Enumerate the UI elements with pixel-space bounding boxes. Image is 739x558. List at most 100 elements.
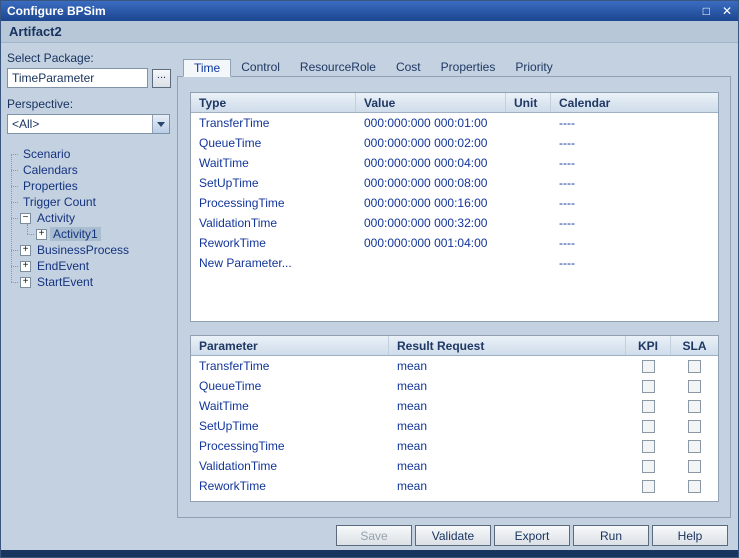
value-cell[interactable]: 000:000:000 000:02:00 bbox=[356, 133, 506, 153]
tree-item-endevent[interactable]: EndEvent bbox=[7, 258, 171, 274]
table-row[interactable]: ReworkTime mean bbox=[191, 476, 718, 496]
plus-box-icon[interactable] bbox=[20, 261, 31, 272]
kpi-checkbox[interactable] bbox=[642, 400, 655, 413]
calendar-cell[interactable]: ---- bbox=[551, 253, 718, 273]
value-cell[interactable]: 000:000:000 000:01:00 bbox=[356, 113, 506, 133]
calendar-cell[interactable]: ---- bbox=[551, 213, 718, 233]
tab-priority[interactable]: Priority bbox=[505, 59, 562, 76]
table-row[interactable]: ValidationTime mean bbox=[191, 456, 718, 476]
tree-item-calendars[interactable]: Calendars bbox=[7, 162, 171, 178]
sla-checkbox[interactable] bbox=[688, 420, 701, 433]
kpi-checkbox[interactable] bbox=[642, 380, 655, 393]
type-cell[interactable]: New Parameter... bbox=[191, 253, 356, 273]
tree-item-properties[interactable]: Properties bbox=[7, 178, 171, 194]
calendar-cell[interactable]: ---- bbox=[551, 113, 718, 133]
table-row[interactable]: QueueTime 000:000:000 000:02:00 ---- bbox=[191, 133, 718, 153]
calendar-cell[interactable]: ---- bbox=[551, 133, 718, 153]
tree-item-scenario[interactable]: Scenario bbox=[7, 146, 171, 162]
calendar-cell[interactable]: ---- bbox=[551, 153, 718, 173]
value-cell[interactable] bbox=[356, 253, 506, 273]
tab-control[interactable]: Control bbox=[231, 59, 290, 76]
help-button[interactable]: Help bbox=[652, 525, 728, 546]
tree-item-trigger-count[interactable]: Trigger Count bbox=[7, 194, 171, 210]
col-header-calendar[interactable]: Calendar bbox=[551, 93, 718, 112]
tree-item-activity1[interactable]: Activity1 bbox=[7, 226, 171, 242]
table-row[interactable]: WaitTime mean bbox=[191, 396, 718, 416]
tab-resourcerole[interactable]: ResourceRole bbox=[290, 59, 386, 76]
validate-button[interactable]: Validate bbox=[415, 525, 491, 546]
kpi-checkbox[interactable] bbox=[642, 360, 655, 373]
sla-checkbox[interactable] bbox=[688, 440, 701, 453]
plus-box-icon[interactable] bbox=[20, 245, 31, 256]
tree-item-businessprocess[interactable]: BusinessProcess bbox=[7, 242, 171, 258]
plus-box-icon[interactable] bbox=[20, 277, 31, 288]
col-header-value[interactable]: Value bbox=[356, 93, 506, 112]
table-row[interactable]: SetUpTime 000:000:000 000:08:00 ---- bbox=[191, 173, 718, 193]
result-cell[interactable]: mean bbox=[389, 376, 626, 396]
unit-cell[interactable] bbox=[506, 113, 551, 133]
table-row[interactable]: ProcessingTime mean bbox=[191, 436, 718, 456]
value-cell[interactable]: 000:000:000 000:32:00 bbox=[356, 213, 506, 233]
tab-properties[interactable]: Properties bbox=[431, 59, 506, 76]
col-header-kpi[interactable]: KPI bbox=[626, 336, 671, 355]
tree-item-startevent[interactable]: StartEvent bbox=[7, 274, 171, 290]
save-button[interactable]: Save bbox=[336, 525, 412, 546]
calendar-cell[interactable]: ---- bbox=[551, 173, 718, 193]
unit-cell[interactable] bbox=[506, 233, 551, 253]
sla-checkbox[interactable] bbox=[688, 480, 701, 493]
calendar-cell[interactable]: ---- bbox=[551, 233, 718, 253]
kpi-checkbox[interactable] bbox=[642, 420, 655, 433]
result-cell[interactable]: mean bbox=[389, 356, 626, 376]
value-cell[interactable]: 000:000:000 000:16:00 bbox=[356, 193, 506, 213]
col-header-type[interactable]: Type bbox=[191, 93, 356, 112]
table-row[interactable]: ProcessingTime 000:000:000 000:16:00 ---… bbox=[191, 193, 718, 213]
unit-cell[interactable] bbox=[506, 153, 551, 173]
table-row[interactable]: TransferTime 000:000:000 000:01:00 ---- bbox=[191, 113, 718, 133]
close-icon[interactable]: ✕ bbox=[722, 5, 732, 17]
unit-cell[interactable] bbox=[506, 213, 551, 233]
result-cell[interactable]: mean bbox=[389, 456, 626, 476]
sla-checkbox[interactable] bbox=[688, 360, 701, 373]
unit-cell[interactable] bbox=[506, 173, 551, 193]
table-row[interactable]: WaitTime 000:000:000 000:04:00 ---- bbox=[191, 153, 718, 173]
sla-checkbox[interactable] bbox=[688, 380, 701, 393]
value-cell[interactable]: 000:000:000 000:04:00 bbox=[356, 153, 506, 173]
col-header-parameter[interactable]: Parameter bbox=[191, 336, 389, 355]
plus-box-icon[interactable] bbox=[36, 229, 47, 240]
value-cell[interactable]: 000:000:000 001:04:00 bbox=[356, 233, 506, 253]
value-cell[interactable]: 000:000:000 000:08:00 bbox=[356, 173, 506, 193]
minus-box-icon[interactable] bbox=[20, 213, 31, 224]
result-cell[interactable]: mean bbox=[389, 396, 626, 416]
unit-cell[interactable] bbox=[506, 133, 551, 153]
table-row[interactable]: ValidationTime 000:000:000 000:32:00 ---… bbox=[191, 213, 718, 233]
maximize-icon[interactable]: □ bbox=[703, 5, 710, 17]
col-header-sla[interactable]: SLA bbox=[671, 336, 718, 355]
calendar-cell[interactable]: ---- bbox=[551, 193, 718, 213]
unit-cell[interactable] bbox=[506, 193, 551, 213]
tree-item-activity[interactable]: Activity bbox=[7, 210, 171, 226]
unit-cell[interactable] bbox=[506, 253, 551, 273]
run-button[interactable]: Run bbox=[573, 525, 649, 546]
combo-dropdown-button[interactable] bbox=[152, 115, 169, 133]
result-cell[interactable]: mean bbox=[389, 476, 626, 496]
export-button[interactable]: Export bbox=[494, 525, 570, 546]
result-cell[interactable]: mean bbox=[389, 416, 626, 436]
table-row-new-parameter[interactable]: New Parameter... ---- bbox=[191, 253, 718, 273]
table-row[interactable]: ReworkTime 000:000:000 001:04:00 ---- bbox=[191, 233, 718, 253]
tab-time[interactable]: Time bbox=[183, 59, 231, 77]
col-header-unit[interactable]: Unit bbox=[506, 93, 551, 112]
perspective-select[interactable]: <All> bbox=[7, 114, 170, 134]
table-row[interactable]: TransferTime mean bbox=[191, 356, 718, 376]
package-field[interactable]: TimeParameter bbox=[7, 68, 148, 88]
table-row[interactable]: QueueTime mean bbox=[191, 376, 718, 396]
kpi-checkbox[interactable] bbox=[642, 460, 655, 473]
col-header-result-request[interactable]: Result Request bbox=[389, 336, 626, 355]
result-cell[interactable]: mean bbox=[389, 436, 626, 456]
kpi-checkbox[interactable] bbox=[642, 440, 655, 453]
browse-button[interactable]: ... bbox=[152, 69, 171, 88]
sla-checkbox[interactable] bbox=[688, 400, 701, 413]
table-row[interactable]: SetUpTime mean bbox=[191, 416, 718, 436]
tab-cost[interactable]: Cost bbox=[386, 59, 431, 76]
kpi-checkbox[interactable] bbox=[642, 480, 655, 493]
sla-checkbox[interactable] bbox=[688, 460, 701, 473]
